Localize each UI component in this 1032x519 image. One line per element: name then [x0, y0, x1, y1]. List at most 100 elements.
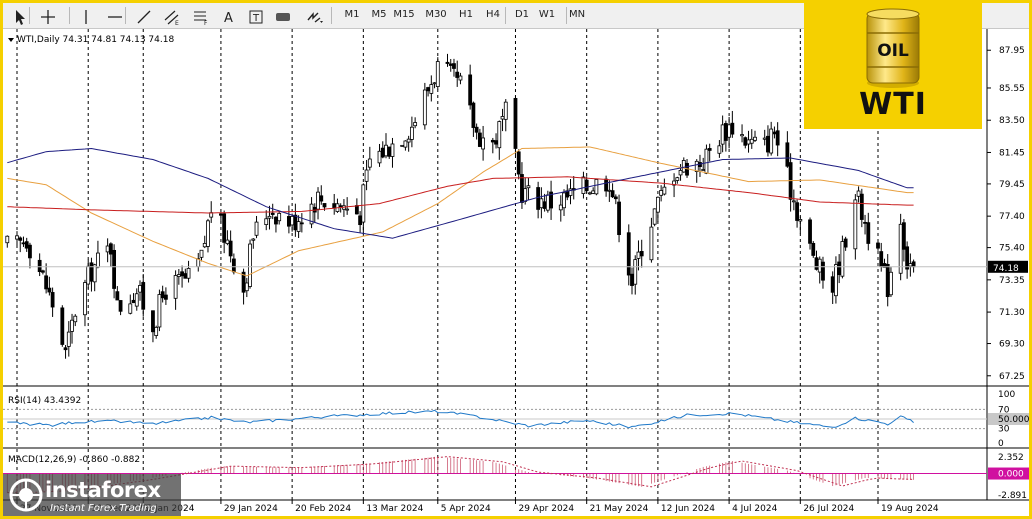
candle [720, 124, 725, 145]
channel-icon: E [164, 10, 179, 26]
candle [254, 221, 259, 236]
wti-logo: OIL WTI [804, 3, 982, 129]
candle [206, 220, 210, 247]
timeframe-h4[interactable]: H4 [481, 5, 505, 25]
crosshair-tool[interactable] [37, 5, 59, 25]
candle [134, 293, 139, 307]
candle [66, 331, 71, 347]
candle [694, 160, 699, 172]
price-tick-label: 75.40 [999, 244, 1025, 254]
date-label: 12 Jun 2024 [661, 504, 715, 514]
candle [15, 235, 19, 240]
candle [358, 215, 363, 226]
candle [633, 259, 638, 285]
candle [154, 326, 159, 336]
candle [47, 287, 52, 293]
macd-tick-label: -2.891 [998, 491, 1027, 501]
vertical-line-tool[interactable] [75, 5, 97, 25]
toolbar-separator [505, 7, 506, 24]
rsi-level-label: 50.0000 [998, 415, 1029, 425]
candle [231, 258, 236, 273]
price-tick-label: 73.35 [999, 276, 1025, 286]
candle [319, 195, 324, 202]
candle [409, 126, 414, 140]
timeframe-w1[interactable]: W1 [535, 5, 559, 25]
candle [105, 245, 110, 253]
timeframe-mn[interactable]: MN [565, 5, 589, 25]
candle [163, 294, 168, 300]
toolbar-separator [29, 7, 30, 24]
candle [92, 264, 97, 283]
candle [753, 136, 757, 141]
candle [762, 137, 767, 140]
candle [591, 190, 596, 194]
candle [500, 116, 505, 120]
candle [678, 170, 683, 176]
candle [520, 174, 524, 203]
candle [876, 242, 880, 249]
candle [814, 257, 819, 270]
candle [24, 241, 29, 249]
cursor-tool[interactable] [9, 5, 31, 25]
candle [173, 275, 178, 299]
timeframe-m15[interactable]: M15 [392, 5, 416, 25]
candle [769, 128, 774, 154]
equidistant-channel-tool[interactable]: E [161, 5, 183, 26]
timeframe-m30[interactable]: M30 [424, 5, 448, 25]
candle [286, 216, 291, 227]
barrel-label: OIL [877, 41, 909, 61]
candle [562, 192, 566, 209]
candle [723, 123, 728, 141]
candle [610, 190, 615, 198]
candle [141, 282, 146, 310]
candle [494, 140, 498, 145]
svg-text:F: F [204, 20, 208, 26]
candle [588, 192, 592, 195]
candle [426, 87, 430, 92]
price-tick-label: 71.30 [999, 308, 1025, 318]
fibonacci-tool[interactable]: F [190, 5, 212, 26]
candle [526, 185, 531, 189]
horizontal-line-tool[interactable] [104, 5, 126, 25]
candle [44, 275, 49, 290]
timeframe-d1[interactable]: D1 [510, 5, 534, 25]
candle [50, 292, 55, 308]
arrows-tool[interactable] [303, 5, 325, 25]
candle [429, 84, 434, 94]
rsi-level-label: 30 [998, 425, 1010, 435]
timeframe-m1[interactable]: M1 [340, 5, 364, 25]
candle [885, 263, 890, 298]
rectangle-tool[interactable] [272, 5, 294, 25]
candle [70, 319, 74, 332]
timeframe-h1[interactable]: H1 [454, 5, 478, 25]
candle [413, 122, 418, 127]
price-tick-label: 87.95 [999, 46, 1025, 56]
candle [400, 144, 405, 147]
candle [808, 219, 812, 244]
candle [160, 291, 165, 299]
arrow-cursor-icon [16, 10, 25, 25]
macd-zero-label: 0.000 [998, 470, 1024, 480]
candle [157, 294, 162, 328]
candle [118, 300, 123, 312]
trendline-tool[interactable] [133, 5, 155, 25]
candle [675, 177, 680, 181]
candle [377, 150, 382, 164]
candle [837, 261, 842, 276]
candle [367, 158, 372, 168]
candle [406, 138, 411, 143]
candle [199, 249, 204, 258]
candle [901, 222, 906, 250]
candle [390, 143, 395, 157]
timeframe-m5[interactable]: M5 [367, 5, 391, 25]
candle [542, 201, 547, 209]
candle [270, 212, 275, 215]
toolbar-separator [331, 7, 332, 24]
chart-menu-icon [8, 38, 14, 42]
text-label-tool[interactable]: T [245, 5, 267, 25]
candle [626, 232, 631, 276]
instaforex-watermark: instaforex Instant Forex Trading [3, 474, 181, 516]
candle [332, 203, 337, 209]
text-tool[interactable]: A [218, 5, 240, 26]
candle [228, 240, 233, 257]
